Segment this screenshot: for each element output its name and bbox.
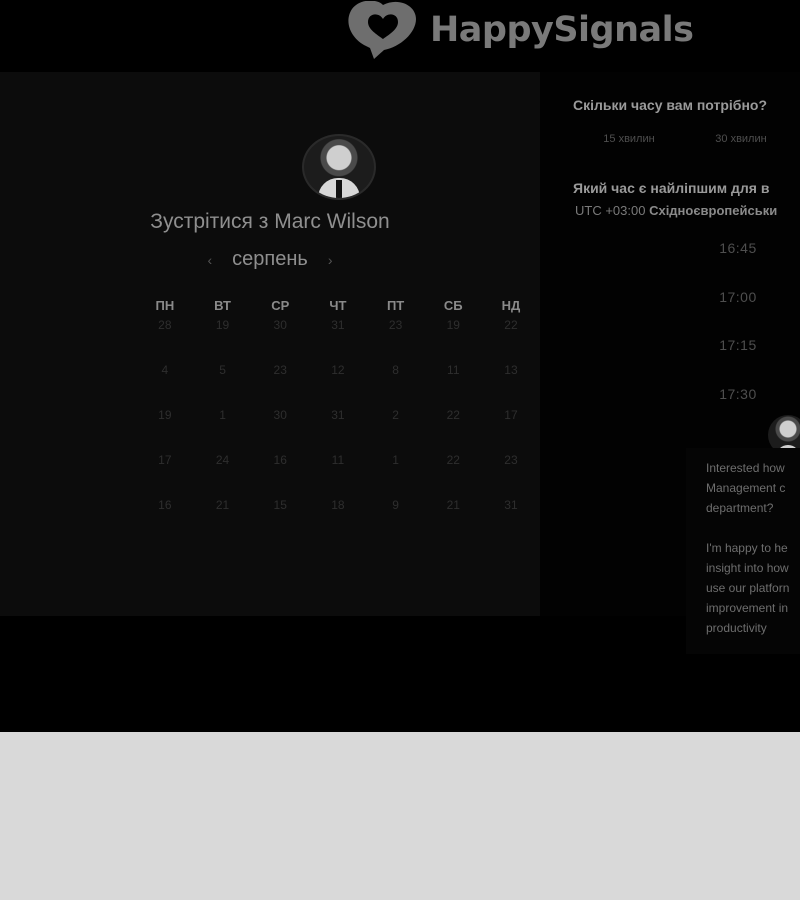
weekday-label: ЧТ — [329, 298, 347, 313]
duration-option-15[interactable]: 15 хвилин — [573, 133, 685, 145]
calendar-day[interactable]: 24 — [194, 453, 252, 498]
calendar-day[interactable]: 31 — [309, 318, 367, 363]
calendar-day[interactable]: 23 — [482, 453, 540, 498]
prev-month-icon[interactable]: ‹ — [207, 252, 212, 268]
calendar-day[interactable]: 18 — [309, 498, 367, 543]
calendar-day[interactable]: 1 — [194, 408, 252, 453]
chat-line: use our platforn — [706, 581, 790, 595]
duration-question: Скільки часу вам потрібно? — [573, 97, 768, 113]
calendar-day[interactable]: 2 — [367, 408, 425, 453]
calendar-day[interactable]: 22 — [424, 453, 482, 498]
chat-line: improvement in — [706, 601, 789, 615]
calendar-day[interactable]: 21 — [194, 498, 252, 543]
weekday-label: ПТ — [386, 298, 405, 313]
weekday-label: СБ — [443, 298, 463, 313]
time-slot[interactable]: 16:45 — [700, 240, 776, 289]
calendar-day[interactable]: 23 — [251, 363, 309, 408]
duration-options: 15 хвилин 30 хвилин — [573, 133, 797, 145]
weekday-header: ПН ВТ СР ЧТ ПТ СБ НД — [136, 298, 540, 313]
timezone-name: Східноєвропейськи — [649, 203, 778, 218]
time-slot-list: 16:45 17:00 17:15 17:30 — [700, 240, 776, 434]
calendar-day[interactable]: 19 — [424, 318, 482, 363]
calendar-day[interactable]: 12 — [309, 363, 367, 408]
calendar-day[interactable]: 4 — [136, 363, 194, 408]
next-month-icon[interactable]: › — [328, 252, 333, 268]
calendar-day[interactable]: 30 — [251, 318, 309, 363]
calendar-day[interactable]: 16 — [251, 453, 309, 498]
chat-line: I'm happy to he — [706, 541, 788, 555]
calendar-day[interactable]: 8 — [367, 363, 425, 408]
calendar-day[interactable]: 21 — [424, 498, 482, 543]
calendar-day[interactable]: 22 — [482, 318, 540, 363]
calendar-day[interactable]: 1 — [367, 453, 425, 498]
calendar-day[interactable]: 30 — [251, 408, 309, 453]
chat-line: Management c — [706, 481, 786, 495]
calendar-day[interactable]: 28 — [136, 318, 194, 363]
time-slot[interactable]: 17:00 — [700, 289, 776, 338]
weekday-label: НД — [501, 298, 521, 313]
calendar-day[interactable]: 31 — [309, 408, 367, 453]
calendar-days-grid: 28 19 30 31 23 19 22 4 5 23 12 8 11 13 1… — [136, 318, 540, 543]
chat-line: department? — [706, 501, 774, 515]
calendar-day[interactable]: 9 — [367, 498, 425, 543]
chat-line: insight into how — [706, 561, 789, 575]
modal-overlay: HappySignals Зустрітися з Marc Wilson ‹ … — [0, 0, 800, 732]
duration-option-30[interactable]: 30 хвилин — [685, 133, 797, 145]
heart-speech-bubble-icon — [348, 1, 416, 59]
calendar-day[interactable]: 13 — [482, 363, 540, 408]
happysignals-logo: HappySignals — [346, 0, 694, 60]
weekday-label: СР — [271, 298, 290, 313]
timezone-selector[interactable]: UTC +03:00 Східноєвропейськи — [575, 203, 777, 218]
calendar-day[interactable]: 23 — [367, 318, 425, 363]
time-slot[interactable]: 17:15 — [700, 337, 776, 386]
meeting-title: Зустрітися з Marc Wilson — [150, 210, 390, 233]
brand-name: HappySignals — [430, 10, 694, 50]
calendar-day[interactable]: 17 — [136, 453, 194, 498]
calendar-day[interactable]: 19 — [194, 318, 252, 363]
weekday-label: ВТ — [214, 298, 231, 313]
calendar-day[interactable]: 17 — [482, 408, 540, 453]
host-avatar — [302, 134, 376, 200]
chat-line: Interested how — [706, 461, 785, 475]
current-month: серпень — [232, 248, 308, 270]
time-question: Який час є найліпшим для в — [573, 180, 770, 196]
calendar-day[interactable]: 5 — [194, 363, 252, 408]
calendar-day[interactable]: 31 — [482, 498, 540, 543]
calendar-day[interactable]: 16 — [136, 498, 194, 543]
weekday-label: ПН — [155, 298, 175, 313]
time-slot[interactable]: 17:30 — [700, 386, 776, 435]
calendar-day[interactable]: 22 — [424, 408, 482, 453]
calendar-day[interactable]: 11 — [309, 453, 367, 498]
calendar-day[interactable]: 15 — [251, 498, 309, 543]
chat-bubble: Interested how Management c department? … — [686, 448, 800, 654]
month-navigation: ‹ серпень › — [0, 248, 540, 271]
calendar-day[interactable]: 11 — [424, 363, 482, 408]
timezone-offset: UTC +03:00 — [575, 203, 646, 218]
calendar-day[interactable]: 19 — [136, 408, 194, 453]
chat-line: productivity — [706, 621, 767, 635]
